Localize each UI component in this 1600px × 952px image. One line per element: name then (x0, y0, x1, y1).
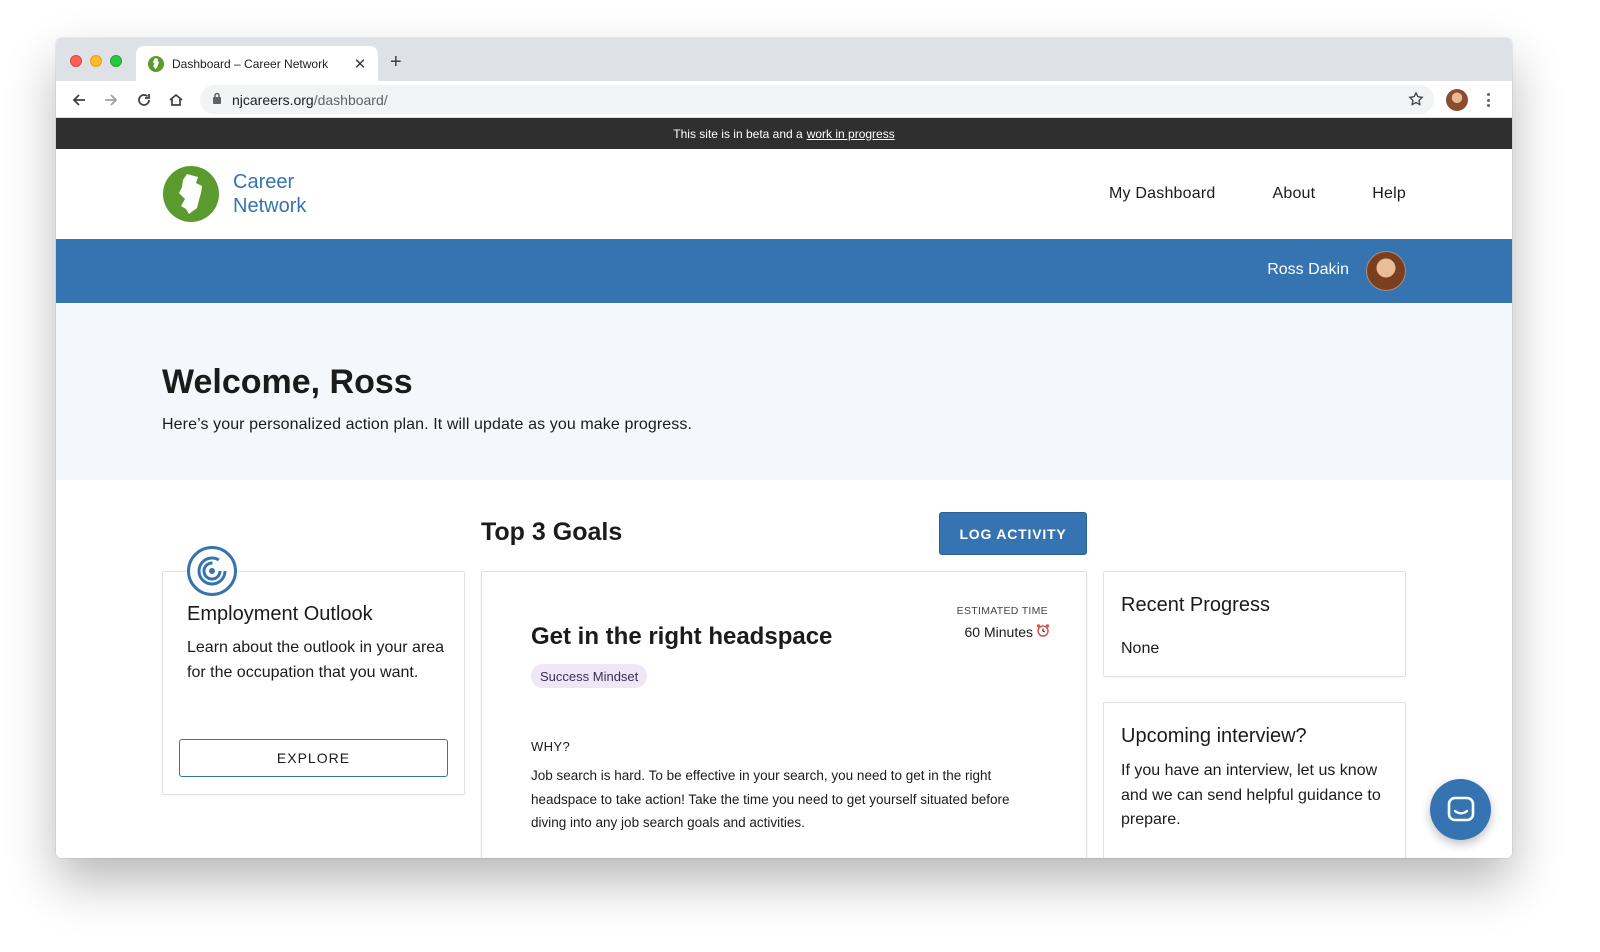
alarm-clock-icon (1036, 623, 1050, 640)
log-activity-button[interactable]: LOG ACTIVITY (939, 512, 1087, 555)
employment-outlook-card: Employment Outlook Learn about the outlo… (162, 571, 465, 795)
nav-help[interactable]: Help (1372, 185, 1406, 203)
page-title: Welcome, Ross (162, 363, 413, 401)
goal-tag: Success Mindset (531, 664, 648, 688)
recent-progress-value: None (1121, 640, 1160, 657)
tab-dashboard[interactable]: Dashboard – Career Network ✕ (136, 46, 378, 81)
goals-heading: Top 3 Goals (481, 518, 623, 546)
logo-line-1: Career (233, 171, 295, 193)
why-text: Job search is hard. To be effective in y… (531, 768, 1010, 830)
estimated-time-text: 60 Minutes (964, 623, 1033, 640)
dashboard-content: Employment Outlook Learn about the outlo… (56, 480, 1512, 858)
logo-line-2: Network (233, 195, 307, 217)
goal-title: Get in the right headspace (531, 623, 833, 650)
url-text: njcareers.org/dashboard/ (232, 92, 388, 108)
site-logo[interactable]: Career Network (163, 166, 306, 222)
logo-text: Career Network (233, 170, 306, 218)
welcome-section: Welcome, Ross Here’s your personalized a… (56, 303, 1512, 480)
profile-avatar[interactable] (1446, 89, 1468, 111)
nav-about[interactable]: About (1272, 185, 1315, 203)
goal-card: Get in the right headspace ESTIMATED TIM… (481, 571, 1087, 858)
browser-toolbar: njcareers.org/dashboard/ (56, 81, 1512, 118)
outlook-title: Employment Outlook (187, 603, 373, 625)
beta-banner: This site is in beta and a work in progr… (56, 118, 1512, 149)
close-window-button[interactable] (70, 55, 82, 67)
new-jersey-icon (163, 166, 219, 222)
chat-icon[interactable] (1430, 779, 1491, 840)
target-icon (187, 546, 237, 596)
outlook-description: Learn about the outlook in your area for… (187, 639, 445, 681)
new-jersey-icon (148, 55, 164, 72)
forward-icon[interactable] (100, 89, 122, 111)
page: This site is in beta and a work in progr… (56, 118, 1512, 858)
site-header: Career Network My Dashboard About Help (56, 149, 1512, 239)
page-subtitle: Here’s your personalized action plan. It… (162, 416, 693, 433)
browser-menu-icon[interactable] (1480, 90, 1496, 110)
url-path: /dashboard/ (313, 91, 388, 108)
browser-window: Dashboard – Career Network ✕ + njcareers… (56, 38, 1512, 858)
user-bar: Ross Dakin (56, 239, 1512, 303)
main-nav: My Dashboard About Help (1052, 149, 1406, 239)
explore-button[interactable]: EXPLORE (179, 739, 448, 777)
new-tab-button[interactable]: + (390, 51, 402, 73)
user-avatar[interactable] (1366, 251, 1406, 291)
reload-icon[interactable] (133, 89, 155, 111)
tab-title: Dashboard – Career Network (172, 56, 329, 71)
estimated-time-label: ESTIMATED TIME (956, 605, 1048, 617)
estimated-time-value: 60 Minutes (965, 623, 1050, 640)
tab-strip: Dashboard – Career Network ✕ + (56, 38, 1512, 81)
beta-banner-text: This site is in beta and a (673, 126, 803, 141)
close-tab-icon[interactable]: ✕ (352, 55, 368, 73)
home-icon[interactable] (165, 89, 187, 111)
recent-progress-title: Recent Progress (1121, 594, 1270, 616)
back-icon[interactable] (68, 89, 90, 111)
interview-title: Upcoming interview? (1121, 725, 1307, 747)
url-domain: njcareers.org (232, 91, 314, 108)
minimize-window-button[interactable] (90, 55, 102, 67)
interview-text: If you have an interview, let us know an… (1121, 762, 1381, 828)
star-icon[interactable] (1408, 91, 1424, 112)
recent-progress-card: Recent Progress None (1103, 571, 1406, 677)
maximize-window-button[interactable] (110, 55, 122, 67)
why-label: WHY? (531, 739, 571, 754)
lock-icon (212, 91, 222, 109)
user-name[interactable]: Ross Dakin (1267, 261, 1349, 279)
nav-my-dashboard[interactable]: My Dashboard (1109, 185, 1215, 203)
address-bar[interactable]: njcareers.org/dashboard/ (200, 85, 1434, 114)
upcoming-interview-card[interactable]: Upcoming interview? If you have an inter… (1103, 702, 1406, 858)
work-in-progress-link[interactable]: work in progress (807, 127, 895, 141)
